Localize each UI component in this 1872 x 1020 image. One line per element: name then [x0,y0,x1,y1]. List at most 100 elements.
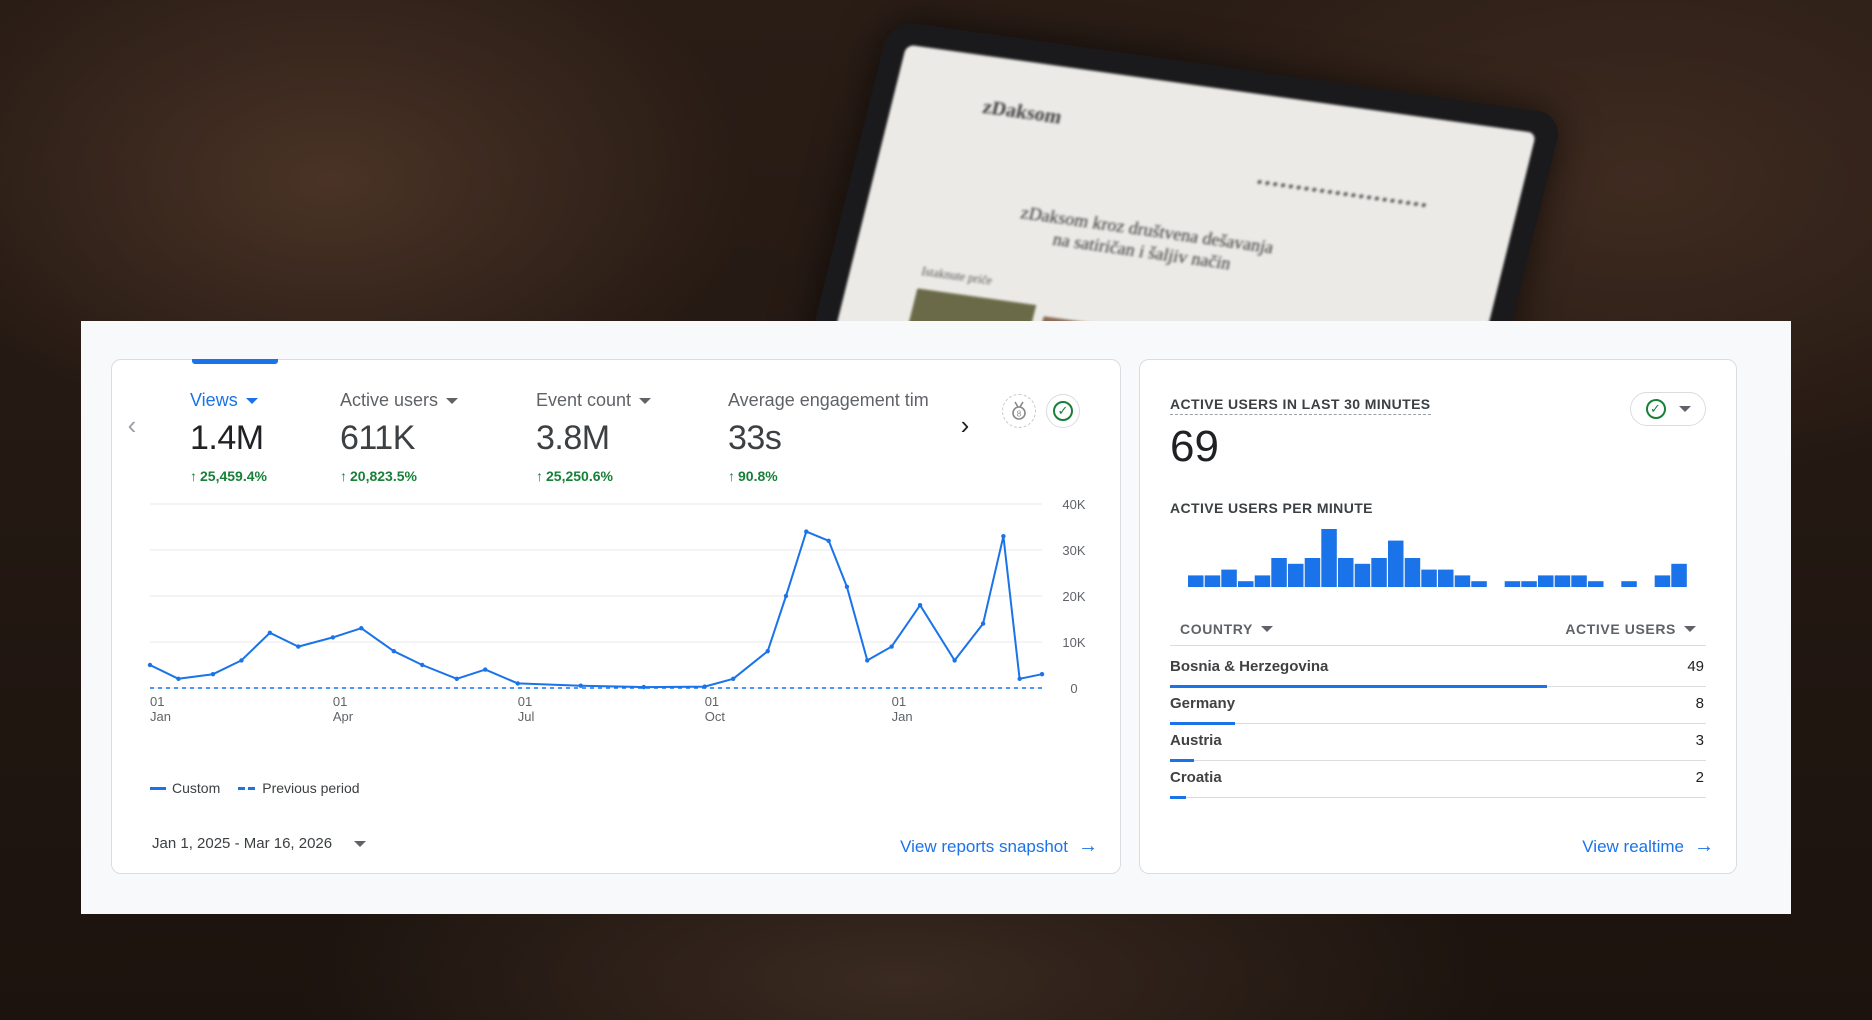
minute-bar[interactable] [1438,569,1454,587]
data-point [1017,676,1022,681]
minute-bar[interactable] [1388,540,1404,587]
minute-bar[interactable] [1304,558,1321,587]
x-tick-label: Jul [518,709,535,724]
metric-value: 3.8M [536,419,610,457]
laptop-headline: zDaksom kroz društvena dešavanja na sati… [1018,202,1276,274]
status-dropdown[interactable]: ✓ [1630,392,1706,426]
x-tick-label: 01 [892,694,906,709]
data-point [483,667,488,672]
metric-change: 90.8% [738,468,778,484]
per-minute-title: ACTIVE USERS PER MINUTE [1170,500,1373,516]
data-point [239,658,244,663]
overview-card: ‹ Views 1.4M ↑ 25,459.4% Active users 611… [111,359,1121,874]
minute-bar[interactable] [1221,569,1237,587]
chevron-down-icon [245,397,258,404]
arrow-right-icon: → [1694,835,1714,857]
data-point [1039,672,1045,677]
realtime-title[interactable]: ACTIVE USERS IN LAST 30 MINUTES [1170,396,1431,415]
data-point [730,676,736,681]
minute-bar[interactable] [1354,563,1371,587]
minute-bar[interactable] [1371,558,1387,587]
chevron-right-icon[interactable]: › [952,410,978,440]
country-users: 8 [1695,695,1704,712]
check-circle-icon[interactable]: ✓ [1046,394,1080,428]
y-tick-label: 0 [1070,681,1077,696]
metric-value: 611K [340,419,415,457]
svg-text:8: 8 [1017,410,1022,419]
x-tick-label: 01 [333,694,347,709]
minute-bar[interactable] [1188,575,1204,587]
y-tick-label: 20K [1062,589,1085,604]
metric-active-users[interactable]: Active users 611K ↑ 20,823.5% [340,390,459,484]
minute-bar[interactable] [1204,575,1221,587]
metric-avg-engagement[interactable]: Average engagement tim 33s ↑ 90.8% [728,390,938,484]
minute-bar[interactable] [1338,558,1354,587]
table-row[interactable]: Bosnia & Herzegovina 49 [1170,650,1706,688]
arrow-up-icon: ↑ [190,468,197,484]
table-row[interactable]: Croatia 2 [1170,761,1706,799]
data-point [296,644,301,649]
minute-bar[interactable] [1321,529,1337,587]
country-name: Bosnia & Herzegovina [1170,658,1329,675]
chart-legend: Custom Previous period [150,780,360,796]
date-range-picker[interactable]: Jan 1, 2025 - Mar 16, 2026 [152,835,367,852]
country-column-header[interactable]: COUNTRY [1180,621,1273,637]
minute-bar[interactable] [1454,575,1471,587]
dashboard-panel: ‹ Views 1.4M ↑ 25,459.4% Active users 611… [81,321,1791,914]
minute-bar[interactable] [1254,575,1271,587]
data-point [765,649,770,654]
view-reports-snapshot-link[interactable]: View reports snapshot → [900,835,1098,858]
data-point [952,658,957,663]
country-users: 49 [1687,658,1704,675]
data-point [804,529,809,534]
legend-label: Previous period [262,780,360,796]
minute-bar[interactable] [1521,581,1537,587]
x-tick-label: Jan [892,709,913,724]
chevron-left-icon[interactable]: ‹ [122,410,142,440]
arrow-right-icon: → [1078,835,1098,857]
chevron-down-icon [1678,406,1691,412]
minute-bar[interactable] [1504,581,1521,587]
chevron-down-icon [446,397,459,404]
laptop-subheading: Istaknute priče [920,264,994,288]
metric-views[interactable]: Views 1.4M ↑ 25,459.4% [190,390,267,484]
column-label: ACTIVE USERS [1565,620,1676,637]
chevron-down-icon [354,840,367,847]
x-tick-label: 01 [705,694,719,709]
data-point [783,593,789,599]
table-row[interactable]: Austria 3 [1170,724,1706,762]
minute-bar[interactable] [1471,581,1487,587]
data-point [454,676,460,681]
data-point [330,635,336,640]
minute-bar[interactable] [1421,569,1437,587]
data-point [826,538,831,543]
check-circle-icon: ✓ [1645,399,1666,419]
minute-bar[interactable] [1538,575,1554,587]
data-point [641,684,646,690]
minute-bar[interactable] [1671,563,1687,587]
minute-bar[interactable] [1588,581,1604,587]
country-table-header: COUNTRY ACTIVE USERS [1170,612,1706,646]
insights-badge-icon[interactable]: 8 [1002,394,1036,428]
minute-bar[interactable] [1288,563,1304,587]
views-line-chart: 40K30K20K10K001Jan01Apr01Jul01Oct01Jan [147,497,1086,724]
minute-bar[interactable] [1554,575,1571,587]
active-users-column-header[interactable]: ACTIVE USERS [1565,621,1696,637]
data-point [889,644,894,649]
table-row[interactable]: Germany 8 [1170,687,1706,725]
minute-bar[interactable] [1621,581,1637,587]
x-tick-label: 01 [150,694,164,709]
custom-series-line [149,530,1043,689]
minute-bar[interactable] [1404,558,1421,587]
metric-event-count[interactable]: Event count 3.8M ↑ 25,250.6% [536,390,652,484]
minute-bar[interactable] [1238,581,1254,587]
minute-bar[interactable] [1271,558,1287,587]
minute-bar[interactable] [1571,575,1587,587]
data-point [391,649,397,654]
view-realtime-link[interactable]: View realtime → [1582,835,1714,858]
data-point [865,658,870,663]
data-point [515,681,520,686]
country-name: Germany [1170,695,1236,712]
chevron-down-icon [1684,625,1696,632]
minute-bar[interactable] [1654,575,1671,587]
